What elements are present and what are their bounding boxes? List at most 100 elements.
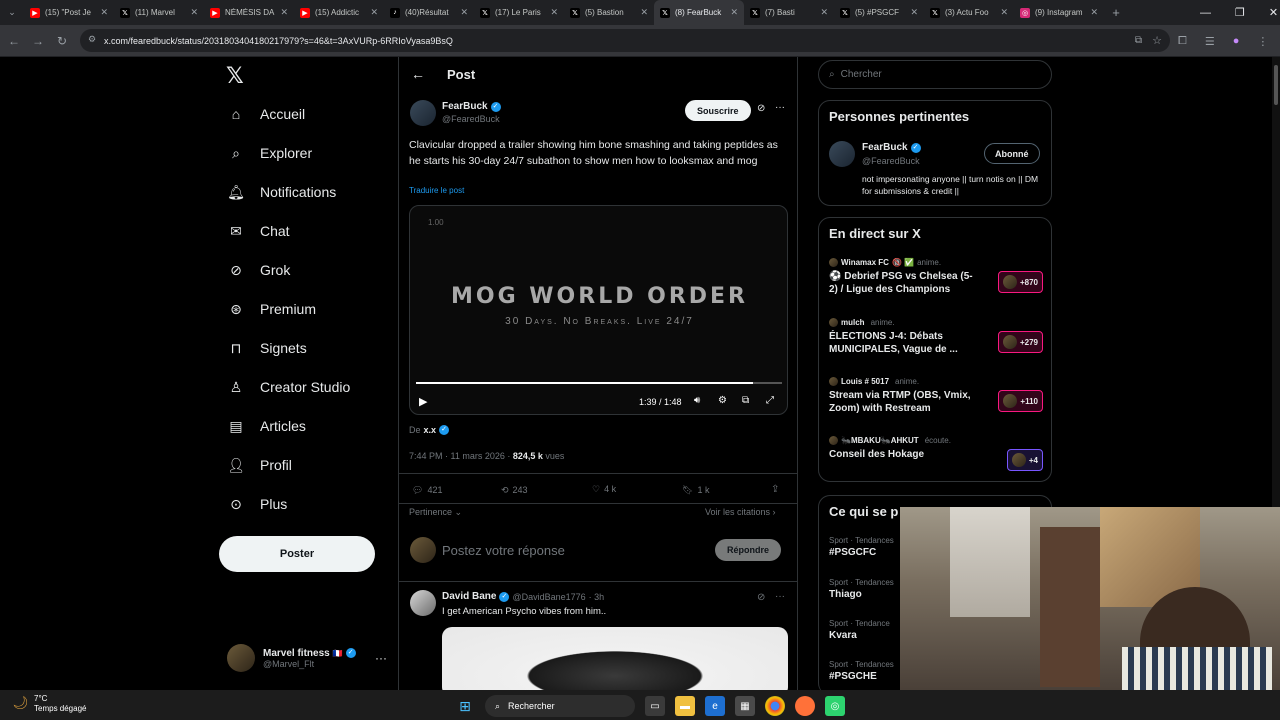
sidebar-item-articles[interactable]: ▤ Articles	[226, 411, 306, 441]
back-arrow-icon[interactable]: ←	[411, 66, 425, 82]
sidebar-item-plus[interactable]: ⊙ Plus	[226, 489, 287, 519]
file-explorer-icon[interactable]: ▬	[675, 696, 695, 716]
search-input[interactable]: ⌕ Chercher	[818, 60, 1052, 89]
close-tab-icon[interactable]: ✕	[1090, 7, 1098, 18]
install-icon[interactable]: ⧉	[1135, 35, 1142, 46]
browser-tab[interactable]: ♪ (40)Résultat ✕	[384, 0, 474, 25]
close-tab-icon[interactable]: ✕	[550, 7, 558, 18]
volume-icon[interactable]: 🔊︎	[694, 395, 700, 406]
trend-item[interactable]: Sport · Tendances Thiago	[829, 578, 894, 600]
sidebar-item-chat[interactable]: ✉ Chat	[226, 216, 289, 246]
sidebar-item-premium[interactable]: ⊛ Premium	[226, 294, 316, 324]
store-icon[interactable]: ▦	[735, 696, 755, 716]
edge-icon[interactable]: e	[705, 696, 725, 716]
post-timestamp[interactable]: 7:44 PM · 11 mars 2026 ·	[409, 451, 513, 461]
chrome-icon[interactable]	[765, 696, 785, 716]
taskbar-search[interactable]: ⌕ Rechercher	[485, 695, 635, 717]
close-tab-icon[interactable]: ✕	[370, 7, 378, 18]
reload-icon[interactable]: ↻	[50, 34, 74, 48]
trend-item[interactable]: Sport · Tendances #PSGCFC	[829, 536, 894, 558]
author-avatar[interactable]	[410, 100, 436, 126]
new-tab-button[interactable]: +	[1104, 5, 1128, 20]
close-tab-icon[interactable]: ✕	[190, 7, 198, 18]
settings-icon[interactable]: ⚙	[718, 395, 727, 406]
sidebar-item-profil[interactable]: 👤︎ Profil	[226, 450, 292, 480]
sidebar-item-notifications[interactable]: 🔔︎ Notifications	[226, 177, 336, 207]
author-name[interactable]: FearBuck	[442, 101, 488, 112]
live-listener-badge[interactable]: +279	[997, 331, 1043, 353]
from-user[interactable]: x.x	[424, 425, 437, 435]
relevant-name[interactable]: FearBuck	[862, 142, 908, 153]
reply-author-name[interactable]: David Bane	[442, 591, 496, 602]
like-action[interactable]: ♡ 4 k	[592, 484, 616, 495]
start-icon[interactable]: ⊞	[455, 696, 475, 716]
reply-author-handle[interactable]: @DavidBane1776	[512, 592, 585, 602]
browser-tab[interactable]: 𝕏 (3) Actu Foo ✕	[924, 0, 1014, 25]
close-tab-icon[interactable]: ✕	[1000, 7, 1008, 18]
live-listener-badge[interactable]: +870	[997, 271, 1043, 293]
author-handle[interactable]: @FearedBuck	[442, 114, 500, 124]
sort-dropdown[interactable]: Pertinence ⌄	[409, 507, 462, 518]
follow-button[interactable]: Abonné	[984, 143, 1040, 164]
close-tab-icon[interactable]: ✕	[100, 7, 108, 18]
translate-link[interactable]: Traduire le post	[409, 186, 464, 195]
minimize-icon[interactable]: —	[1200, 7, 1211, 19]
close-tab-icon[interactable]: ✕	[730, 7, 738, 18]
grok-icon[interactable]: ⊘	[757, 103, 765, 114]
account-switcher[interactable]: Marvel fitness 🇫🇷 ✓ @Marvel_Flt ···	[227, 642, 387, 674]
sidebar-item-accueil[interactable]: ⌂ Accueil	[226, 99, 305, 129]
tab-search-icon[interactable]: ⌄	[0, 7, 24, 18]
reply-image[interactable]	[442, 627, 788, 690]
sidebar-item-signets[interactable]: ⊓ Signets	[226, 333, 307, 363]
task-view-icon[interactable]: ▭	[645, 696, 665, 716]
sidebar-item-grok[interactable]: ⊘ Grok	[226, 255, 290, 285]
more-dots-icon[interactable]: ···	[775, 591, 785, 602]
live-listener-badge[interactable]: +4	[1006, 449, 1043, 471]
browser-tab[interactable]: ▶ (15) "Post Je ✕	[24, 0, 114, 25]
browser-tab[interactable]: 𝕏 (5) #PSGCF ✕	[834, 0, 924, 25]
extensions-icon[interactable]: ⧠	[1178, 35, 1187, 48]
x-logo-icon[interactable]: 𝕏	[226, 64, 244, 89]
browser-tab[interactable]: ◎ (9) Instagram ✕	[1014, 0, 1104, 25]
repost-action[interactable]: ⟲ 243	[501, 485, 528, 496]
menu-icon[interactable]: ⋮	[1257, 35, 1268, 48]
browser-tab[interactable]: 𝕏 (5) Bastion ✕	[564, 0, 654, 25]
video-player[interactable]: 1.00 MOG WORLD ORDER 30 Days. No Breaks.…	[409, 205, 788, 415]
scrollbar-thumb[interactable]	[1274, 65, 1278, 105]
grok-icon[interactable]: ⊘	[757, 592, 765, 603]
browser-tab[interactable]: ▶ (15) Addictic ✕	[294, 0, 384, 25]
browser-tab[interactable]: 𝕏 (7) Basti ✕	[744, 0, 834, 25]
maximize-icon[interactable]: ❐	[1235, 6, 1245, 19]
reply-input[interactable]: Postez votre réponse	[442, 543, 565, 558]
close-tab-icon[interactable]: ✕	[460, 7, 468, 18]
app-icon[interactable]: ◎	[825, 696, 845, 716]
browser-tab[interactable]: 𝕏 (11) Marvel ✕	[114, 0, 204, 25]
more-dots-icon[interactable]: ···	[375, 651, 387, 665]
pip-icon[interactable]: ⧉	[742, 395, 749, 406]
relevant-avatar[interactable]	[829, 141, 855, 167]
view-quotes-link[interactable]: Voir les citations ›	[705, 507, 776, 517]
sidebar-panel-icon[interactable]: ☰	[1205, 35, 1215, 48]
play-icon[interactable]: ▶	[419, 395, 427, 408]
url-field[interactable]: ⚙ x.com/fearedbuck/status/20318034041802…	[80, 29, 1170, 52]
bookmark-action[interactable]: 🔖︎ 1 k	[682, 485, 709, 496]
subscribe-button[interactable]: Souscrire	[685, 100, 751, 121]
close-tab-icon[interactable]: ✕	[820, 7, 828, 18]
reply-action[interactable]: 💬︎ 421	[412, 485, 442, 496]
reply-button[interactable]: Répondre	[715, 539, 782, 561]
more-dots-icon[interactable]: ···	[775, 102, 785, 113]
sidebar-item-creator-studio[interactable]: ♙ Creator Studio	[226, 372, 351, 402]
trend-item[interactable]: Sport · Tendances #PSGCHE	[829, 660, 894, 682]
relevant-handle[interactable]: @FearedBuck	[862, 156, 920, 166]
reply-author-avatar[interactable]	[410, 590, 436, 616]
bookmark-star-icon[interactable]: ☆	[1152, 34, 1162, 47]
close-tab-icon[interactable]: ✕	[280, 7, 288, 18]
share-icon[interactable]: ⇪	[771, 484, 779, 495]
fullscreen-icon[interactable]: ⤢	[766, 395, 774, 406]
site-info-icon[interactable]: ⚙	[88, 34, 100, 46]
video-progress-track[interactable]	[416, 382, 782, 384]
browser-tab[interactable]: ▶ NÉMÉSIS DA ✕	[204, 0, 294, 25]
back-icon[interactable]: ←	[2, 34, 26, 48]
close-window-icon[interactable]: ✕	[1269, 6, 1278, 19]
forward-icon[interactable]: →	[26, 34, 50, 48]
